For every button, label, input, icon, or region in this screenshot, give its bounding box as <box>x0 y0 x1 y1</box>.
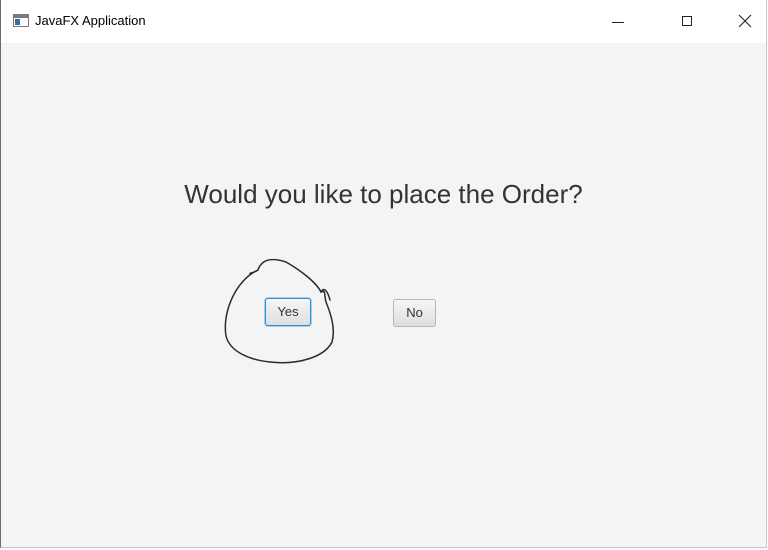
close-button[interactable] <box>722 0 768 43</box>
close-icon <box>738 14 752 28</box>
maximize-button[interactable] <box>664 0 710 43</box>
order-question: Would you like to place the Order? <box>184 179 583 209</box>
window-title: JavaFX Application <box>35 13 146 28</box>
title-bar[interactable]: JavaFX Application <box>1 0 766 43</box>
dialog-content: Would you like to place the Order? Yes N… <box>1 43 766 547</box>
app-window: JavaFX Application Would you like to pla… <box>0 0 767 548</box>
minimize-button[interactable] <box>595 0 641 43</box>
minimize-icon <box>612 22 624 23</box>
no-button[interactable]: No <box>393 299 436 327</box>
app-window-icon <box>13 14 29 27</box>
yes-button[interactable]: Yes <box>265 298 311 326</box>
maximize-icon <box>682 16 692 26</box>
